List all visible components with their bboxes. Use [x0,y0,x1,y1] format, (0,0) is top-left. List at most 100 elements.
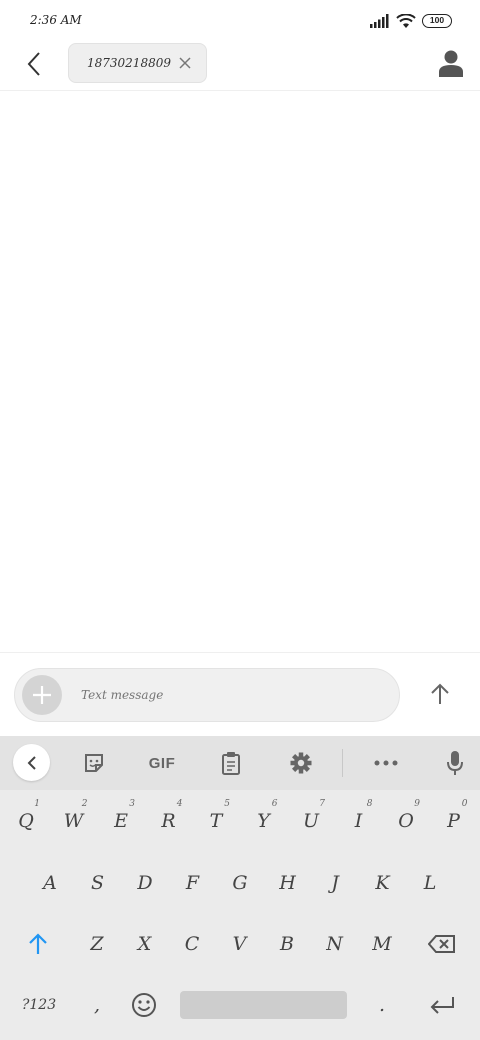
key-d[interactable]: D [125,858,165,908]
more-icon [374,760,398,766]
key-label: D [137,872,153,894]
key-s[interactable]: S [78,858,118,908]
key-label: R [161,810,176,832]
key-o[interactable]: O9 [386,796,426,846]
comma-key[interactable]: , [77,980,117,1030]
keyboard-settings-button[interactable] [283,743,319,783]
keyboard-toolbar: GIF [0,736,480,790]
key-label: P [447,810,460,832]
key-x[interactable]: X [125,919,165,969]
send-arrow-icon [431,683,449,704]
clipboard-icon [222,752,240,775]
key-z[interactable]: Z [77,919,117,969]
key-hint: 5 [224,799,230,809]
key-g[interactable]: G [220,858,260,908]
contact-icon[interactable] [438,49,464,77]
key-label: U [302,810,319,832]
more-options-button[interactable] [368,743,404,783]
status-bar: 2:36 AM 100 [0,0,480,40]
key-f[interactable]: F [173,858,213,908]
symbols-key[interactable]: ?123 [16,980,62,1030]
keyboard-back-button[interactable] [13,744,50,781]
key-k[interactable]: K [363,858,403,908]
key-label: Q [18,810,34,832]
key-w[interactable]: W2 [54,796,94,846]
battery-level: 100 [429,15,445,25]
plus-icon [33,686,51,704]
gear-icon [290,752,312,774]
backspace-icon [428,935,455,953]
key-j[interactable]: J [315,858,355,908]
back-button[interactable] [18,48,50,80]
key-hint: 6 [271,799,278,809]
status-icons: 100 [370,12,452,30]
key-b[interactable]: B [267,919,307,969]
gif-label: GIF [148,754,176,772]
key-label: A [43,872,57,894]
key-v[interactable]: V [220,919,260,969]
message-input[interactable] [81,688,381,702]
key-label: M [372,933,392,955]
key-hint: 2 [81,799,88,809]
key-label: Z [90,933,104,955]
emoji-key[interactable] [124,980,164,1030]
backspace-key[interactable] [420,919,464,969]
emoji-icon [132,993,156,1017]
key-h[interactable]: H [268,858,308,908]
key-label: E [114,810,128,832]
key-a[interactable]: A [30,858,70,908]
chevron-left-icon [27,755,36,770]
clipboard-button[interactable] [213,743,249,783]
shift-arrow-icon [29,933,47,954]
back-arrow-icon [27,52,40,76]
key-u[interactable]: U7 [291,796,331,846]
voice-input-button[interactable] [438,743,472,783]
wifi-icon [396,13,416,28]
enter-key[interactable] [420,980,464,1030]
key-hint: 1 [34,799,40,809]
key-label: V [232,933,247,955]
key-y[interactable]: Y6 [244,796,284,846]
close-icon[interactable] [178,56,192,70]
key-label: I [354,810,363,832]
key-t[interactable]: T5 [196,796,236,846]
space-key[interactable] [180,991,347,1019]
shift-key[interactable] [18,919,58,969]
key-l[interactable]: L [410,858,450,908]
sticker-icon [85,754,103,772]
key-i[interactable]: I8 [339,796,379,846]
key-label: L [423,872,437,894]
key-hint: 7 [319,799,325,809]
key-label: T [209,810,223,832]
key-label: X [137,933,152,955]
key-hint: 8 [366,799,373,809]
key-hint: 4 [176,799,183,809]
key-label: K [375,872,390,894]
key-e[interactable]: E3 [101,796,141,846]
key-q[interactable]: Q1 [6,796,46,846]
toolbar-divider [342,749,343,777]
battery-icon: 100 [422,14,452,28]
attach-button[interactable] [22,675,62,715]
sticker-button[interactable] [76,743,112,783]
key-n[interactable]: N [315,919,355,969]
enter-arrow-icon [430,997,454,1014]
message-list [0,92,480,652]
recipient-chip[interactable]: 18730218809 [68,43,207,83]
microphone-icon [447,751,463,775]
send-button[interactable] [424,677,456,711]
status-time: 2:36 AM [30,13,82,27]
key-r[interactable]: R4 [149,796,189,846]
key-c[interactable]: C [172,919,212,969]
key-label: J [331,872,339,894]
key-p[interactable]: P0 [434,796,474,846]
signal-icon [370,14,389,28]
recipient-number: 18730218809 [87,56,171,70]
key-label: H [279,872,296,894]
key-label: N [326,933,343,955]
gif-button[interactable]: GIF [142,743,182,783]
key-label: Y [257,810,270,832]
period-key[interactable]: . [362,980,402,1030]
keyboard: G I F ?123 , . Q 1 W 2 E 3 R 4 T 5 Y 6 U 7… [0,736,480,1040]
key-m[interactable]: M [362,919,402,969]
